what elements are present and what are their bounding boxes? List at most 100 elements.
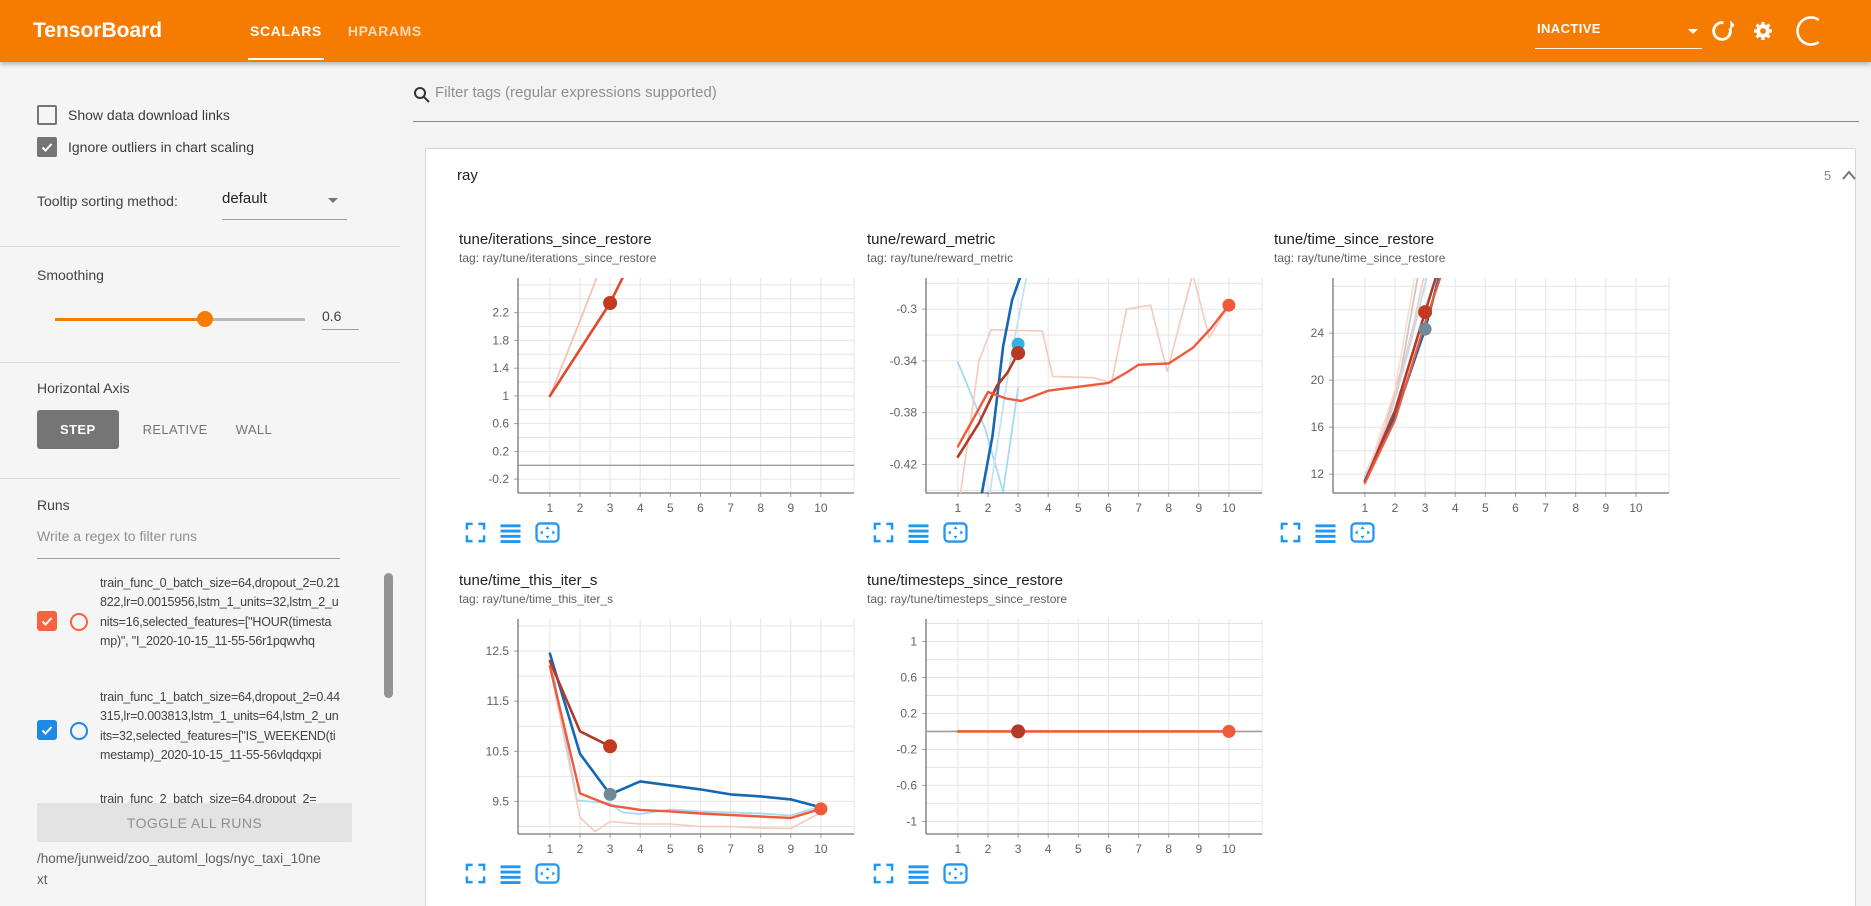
stacked-lines-icon[interactable] [907, 863, 930, 884]
svg-text:0.2: 0.2 [492, 444, 509, 458]
svg-text:-0.6: -0.6 [896, 778, 917, 792]
svg-text:-0.2: -0.2 [896, 742, 917, 756]
svg-text:10.5: 10.5 [486, 744, 510, 758]
chart-title: tune/reward_metric [867, 231, 1275, 248]
stacked-lines-icon[interactable] [1314, 522, 1337, 543]
svg-text:9: 9 [787, 501, 794, 515]
stacked-lines-icon[interactable] [499, 522, 522, 543]
tag-filter-input[interactable] [435, 84, 1835, 101]
tag-filter-underline [413, 121, 1859, 122]
chart-plot-area[interactable]: 12345678910-0.3-0.34-0.38-0.42 [867, 273, 1267, 515]
refresh-icon[interactable] [1710, 19, 1734, 48]
svg-text:7: 7 [727, 842, 734, 856]
svg-text:4: 4 [1045, 842, 1052, 856]
horizontal-axis-label: Horizontal Axis [37, 380, 130, 396]
runs-filter-input[interactable] [37, 528, 337, 544]
svg-text:5: 5 [1482, 501, 1489, 515]
divider [0, 478, 400, 479]
svg-text:10: 10 [1629, 501, 1643, 515]
settings-gear-icon[interactable] [1751, 19, 1775, 48]
data-point-marker [1222, 725, 1235, 738]
fullscreen-icon[interactable] [1280, 522, 1301, 543]
data-point-marker [604, 788, 617, 801]
svg-text:9: 9 [1602, 501, 1609, 515]
fit-domain-icon[interactable] [535, 522, 560, 543]
svg-text:8: 8 [1165, 501, 1172, 515]
chart-plot-area[interactable]: 123456789102.21.81.410.60.2-0.2 [459, 273, 859, 515]
svg-text:-0.2: -0.2 [488, 472, 509, 486]
stacked-lines-icon[interactable] [907, 522, 930, 543]
runs-filter-underline [37, 558, 340, 559]
tab-hparams[interactable]: HPARAMS [348, 0, 422, 62]
chart-actions [1280, 522, 1682, 543]
fit-domain-icon[interactable] [943, 863, 968, 884]
show-download-links-checkbox[interactable] [37, 105, 57, 125]
help-circle-icon[interactable] [1794, 14, 1828, 53]
search-icon [413, 86, 431, 104]
svg-text:5: 5 [667, 842, 674, 856]
svg-text:9: 9 [787, 842, 794, 856]
fullscreen-icon[interactable] [873, 863, 894, 884]
ignore-outliers-label: Ignore outliers in chart scaling [68, 139, 254, 155]
svg-text:4: 4 [1045, 501, 1052, 515]
stacked-lines-icon[interactable] [499, 863, 522, 884]
chart-plot-area[interactable]: 1234567891012.511.510.59.5 [459, 614, 859, 856]
svg-text:1: 1 [955, 842, 962, 856]
fullscreen-icon[interactable] [465, 863, 486, 884]
svg-text:5: 5 [1075, 501, 1082, 515]
data-point-marker [1011, 346, 1025, 360]
axis-option-step[interactable]: STEP [37, 410, 119, 449]
svg-text:1.8: 1.8 [492, 333, 509, 347]
chart-title: tune/timesteps_since_restore [867, 572, 1275, 589]
smoothing-slider[interactable] [55, 311, 305, 327]
slider-thumb[interactable] [197, 311, 213, 327]
axis-option-relative[interactable]: RELATIVE [139, 410, 212, 449]
svg-text:12: 12 [1311, 467, 1325, 481]
run-checkbox[interactable] [37, 611, 57, 631]
chart-title: tune/iterations_since_restore [459, 231, 867, 248]
chart-plot-area[interactable]: 1234567891010.60.2-0.2-0.6-1 [867, 614, 1267, 856]
svg-text:7: 7 [1135, 842, 1142, 856]
app-header: TensorBoard SCALARSHPARAMS INACTIVE [0, 0, 1871, 62]
svg-text:3: 3 [1015, 842, 1022, 856]
svg-text:11.5: 11.5 [487, 694, 510, 708]
fit-domain-icon[interactable] [1350, 522, 1375, 543]
run-checkbox[interactable] [37, 720, 57, 740]
chart-actions [873, 522, 1275, 543]
svg-text:3: 3 [1015, 501, 1022, 515]
fullscreen-icon[interactable] [873, 522, 894, 543]
fit-domain-icon[interactable] [943, 522, 968, 543]
show-download-links-label: Show data download links [68, 107, 230, 123]
svg-text:-0.34: -0.34 [890, 354, 918, 368]
sidebar-scrollbar[interactable] [384, 573, 393, 698]
tooltip-sorting-select[interactable]: default [222, 190, 267, 207]
data-point-marker [814, 802, 827, 815]
series-run0-smoothed [550, 273, 625, 396]
status-dropdown[interactable]: INACTIVE [1535, 13, 1702, 49]
svg-text:4: 4 [1452, 501, 1459, 515]
tensorboard-app: TensorBoard SCALARSHPARAMS INACTIVE [0, 0, 1871, 906]
chart-tag: tag: ray/tune/time_since_restore [1274, 251, 1682, 265]
check-icon [40, 614, 54, 628]
fit-domain-icon[interactable] [535, 863, 560, 884]
svg-text:-0.42: -0.42 [890, 458, 918, 472]
toggle-all-runs-button[interactable]: TOGGLE ALL RUNS [37, 803, 352, 842]
fullscreen-icon[interactable] [465, 522, 486, 543]
chart-title: tune/time_since_restore [1274, 231, 1682, 248]
chevron-up-icon[interactable] [1841, 168, 1857, 186]
svg-text:0.2: 0.2 [900, 707, 917, 721]
smoothing-value[interactable]: 0.6 [322, 308, 360, 324]
tag-group-card: ray 5 tune/iterations_since_restoretag: … [425, 148, 1856, 906]
svg-text:10: 10 [1222, 501, 1236, 515]
run-color-radio[interactable] [70, 722, 88, 740]
svg-text:2: 2 [1392, 501, 1399, 515]
tab-scalars[interactable]: SCALARS [250, 0, 322, 62]
svg-text:2.2: 2.2 [492, 306, 509, 320]
main-panel: ray 5 tune/iterations_since_restoretag: … [400, 62, 1871, 906]
axis-option-wall[interactable]: WALL [232, 410, 277, 449]
run-color-radio[interactable] [70, 613, 88, 631]
chart-plot-area[interactable]: 1234567891024201612 [1274, 273, 1674, 515]
ignore-outliers-checkbox[interactable] [37, 137, 57, 157]
dropdown-caret-icon [1688, 29, 1698, 34]
data-point-marker [603, 739, 617, 753]
